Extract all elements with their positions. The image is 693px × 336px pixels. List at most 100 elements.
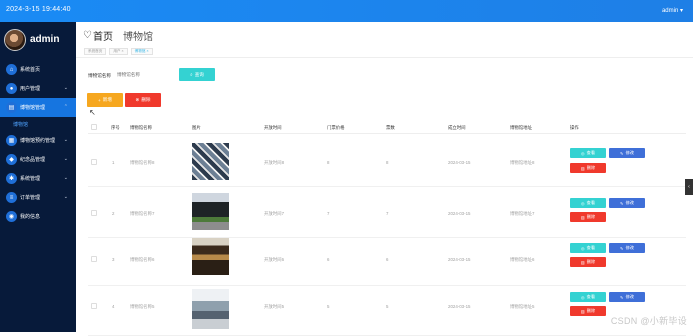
edit-icon: ✎ — [620, 200, 624, 206]
select-all-checkbox[interactable] — [91, 124, 97, 130]
sidebar-item-label: 系统首页 — [20, 67, 41, 73]
search-button[interactable]: ⌕ 查询 — [179, 68, 215, 81]
view-button[interactable]: ◎ 查看 — [570, 198, 606, 208]
search-label: 博物馆名称 — [88, 73, 111, 78]
delete-button[interactable]: ⊗ 删除 — [125, 93, 161, 107]
open-time: 开放时间8 — [264, 160, 285, 165]
row-delete-button-label: 删除 — [586, 214, 596, 219]
plus-icon: + — [98, 97, 101, 103]
ticket-count: 5 — [386, 304, 389, 309]
sidebar-item-orders[interactable]: ≡ 订单管理 ⌄ — [0, 188, 76, 207]
gift-icon: ◆ — [6, 154, 17, 165]
tab-users[interactable]: 用户 × — [109, 48, 128, 55]
museum-name: 博物馆名称7 — [130, 211, 155, 216]
open-time: 开放时间7 — [264, 211, 285, 216]
ticket-price: 6 — [327, 257, 330, 262]
sidebar-item-label: 我的信息 — [20, 214, 41, 220]
edit-button[interactable]: ✎ 修改 — [609, 243, 645, 253]
username: admin — [30, 34, 60, 45]
edit-button[interactable]: ✎ 修改 — [609, 198, 645, 208]
column-header: 票数 — [386, 125, 395, 130]
table-row: 4 博物馆名称5 开放时间5 5 5 2024-03-15 博物馆地址5 ◎ 查看… — [88, 286, 686, 336]
edit-button-label: 修改 — [625, 200, 634, 205]
edit-button[interactable]: ✎ 修改 — [609, 148, 645, 158]
mouse-cursor-icon: ↖ — [89, 108, 96, 117]
chevron-down-icon: ⌄ — [63, 175, 68, 181]
ticket-price: 5 — [327, 304, 330, 309]
row-checkbox[interactable] — [91, 303, 97, 309]
museum-image — [192, 193, 229, 230]
sidebar-item-label: 博物馆管理 — [20, 105, 46, 111]
eye-icon: ◎ — [580, 200, 585, 206]
row-delete-button[interactable]: ▥ 删除 — [570, 212, 606, 222]
edit-button[interactable]: ✎ 修改 — [609, 292, 645, 302]
open-time: 开放时间6 — [264, 257, 285, 262]
user-menu[interactable]: admin ▾ — [662, 7, 683, 14]
column-header: 图片 — [192, 125, 201, 130]
row-delete-button[interactable]: ▥ 删除 — [570, 306, 606, 316]
row-delete-button[interactable]: ▥ 删除 — [570, 163, 606, 173]
sidebar-item-museums[interactable]: ▤ 博物馆管理 ⌃ — [0, 98, 76, 117]
museum-address: 博物馆地址8 — [510, 160, 535, 165]
sidebar-subitem-museum[interactable]: 博物馆 — [0, 117, 76, 131]
add-button-label: 新增 — [102, 97, 112, 102]
datetime: 2024-3-15 19:44:40 — [6, 6, 71, 13]
museum-address: 博物馆地址7 — [510, 211, 535, 216]
open-time: 开放时间5 — [264, 304, 285, 309]
add-button[interactable]: + 新增 — [87, 93, 123, 107]
eye-icon: ◎ — [580, 294, 585, 300]
page-title: ♡ 首页 博物馆 — [83, 28, 153, 43]
museum-name: 博物馆名称5 — [130, 304, 155, 309]
sidebar-item-label: 纪念品管理 — [20, 157, 46, 163]
column-header: 成立时间 — [448, 125, 466, 130]
row-checkbox[interactable] — [91, 210, 97, 216]
row-index: 3 — [112, 257, 115, 262]
side-collapse-tab[interactable]: ‹ — [685, 179, 693, 195]
edit-button-label: 修改 — [625, 245, 634, 250]
sidebar-item-home[interactable]: ⌂ 系统首页 — [0, 60, 76, 79]
eye-icon: ◎ — [580, 150, 585, 156]
ticket-count: 7 — [386, 211, 389, 216]
title-home[interactable]: 首页 — [93, 28, 113, 43]
sidebar-item-souvenirs[interactable]: ◆ 纪念品管理 ⌄ — [0, 150, 76, 169]
view-button-label: 查看 — [586, 245, 596, 250]
search-input[interactable] — [117, 69, 167, 80]
profile: admin — [4, 28, 72, 54]
edit-icon: ✎ — [620, 150, 624, 156]
sidebar-item-users[interactable]: ● 用户管理 ⌄ — [0, 79, 76, 98]
row-delete-button-label: 删除 — [586, 308, 596, 313]
user-icon: ● — [6, 83, 17, 94]
top-bar: 2024-3-15 19:44:40 admin ▾ — [0, 0, 693, 22]
view-button-label: 查看 — [586, 150, 596, 155]
table-row: 3 博物馆名称6 开放时间6 6 6 2024-03-15 博物馆地址6 ◎ 查看… — [88, 236, 686, 286]
sidebar-item-reservations[interactable]: ▦ 博物馆预约管理 ⌄ — [0, 131, 76, 150]
table-header: 序号 博物馆名称 图片 开放时间 门票价格 票数 成立时间 博物馆地址 操作 — [88, 120, 686, 134]
table-row: 2 博物馆名称7 开放时间7 7 7 2024-03-15 博物馆地址7 ◎ 查看… — [88, 188, 686, 238]
order-icon: ≡ — [6, 192, 17, 203]
sidebar-item-label: 订单管理 — [20, 195, 41, 201]
established-date: 2024-03-15 — [448, 304, 471, 309]
trash-icon: ▥ — [580, 165, 585, 171]
sidebar-item-label: 系统管理 — [20, 176, 41, 182]
sidebar-item-system[interactable]: ✱ 系统管理 ⌄ — [0, 169, 76, 188]
tab-museum[interactable]: 博物馆 × — [130, 48, 153, 55]
column-header: 开放时间 — [264, 125, 282, 130]
sidebar-item-profile[interactable]: ◉ 我的信息 — [0, 207, 76, 226]
row-delete-button[interactable]: ▥ 删除 — [570, 257, 606, 267]
divider — [76, 57, 693, 58]
row-checkbox[interactable] — [91, 159, 97, 165]
tab-home[interactable]: 系统首页 — [84, 48, 107, 55]
trash-icon: ⊗ — [135, 97, 140, 102]
view-button[interactable]: ◎ 查看 — [570, 243, 606, 253]
column-header: 操作 — [570, 125, 579, 130]
view-button[interactable]: ◎ 查看 — [570, 148, 606, 158]
view-button[interactable]: ◎ 查看 — [570, 292, 606, 302]
chevron-down-icon: ⌄ — [63, 137, 68, 143]
row-checkbox[interactable] — [91, 256, 97, 262]
delete-button-label: 删除 — [141, 97, 151, 102]
avatar — [4, 29, 26, 51]
eye-icon: ◎ — [580, 245, 585, 251]
title-current: 博物馆 — [122, 32, 153, 43]
profile-icon: ◉ — [6, 211, 17, 222]
view-button-label: 查看 — [586, 294, 596, 299]
